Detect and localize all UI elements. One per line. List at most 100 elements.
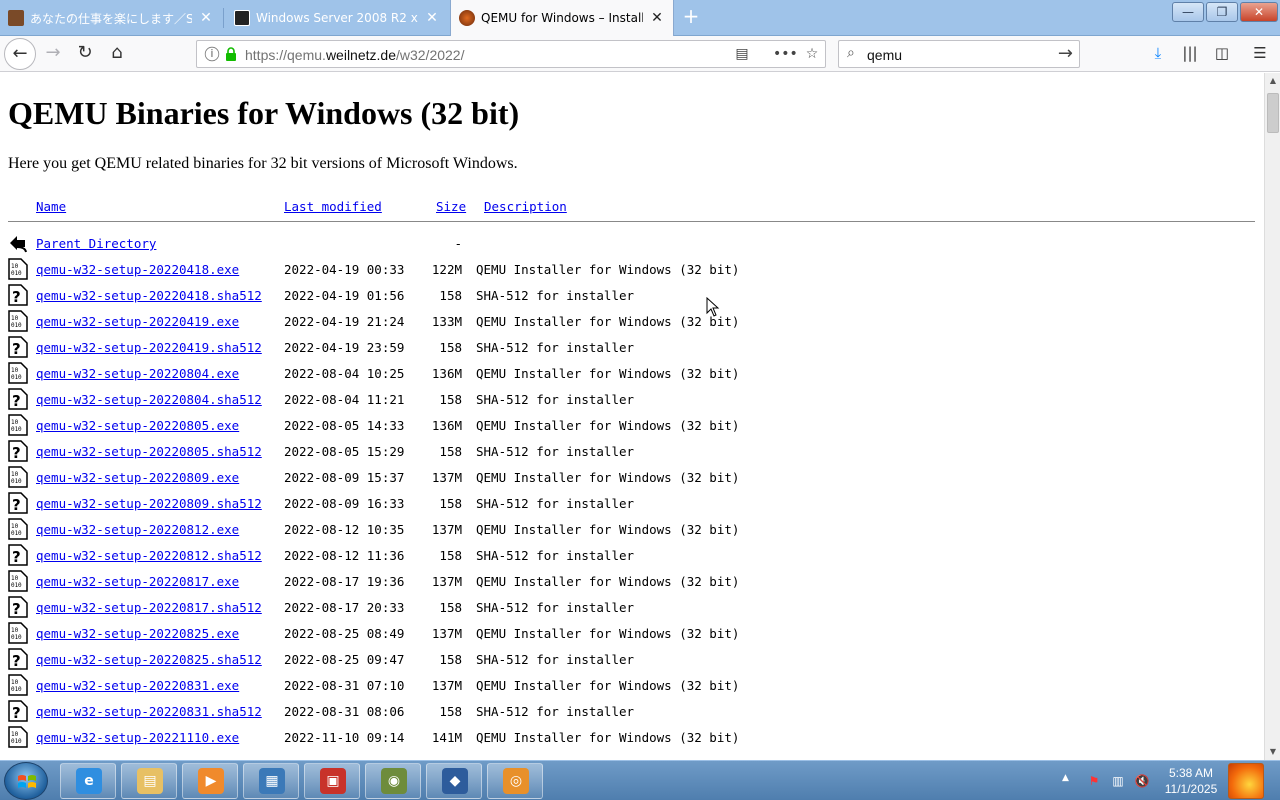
parent-directory-link[interactable]: Parent Directory [36, 236, 156, 251]
svg-text:10: 10 [11, 523, 19, 530]
vertical-scrollbar[interactable]: ▲ ▼ [1264, 73, 1280, 760]
svg-text:10: 10 [11, 315, 19, 322]
file-row: ? qemu-w32-setup-20220809.sha512 2022-08-0… [0, 491, 1264, 517]
close-window-button[interactable]: ✕ [1240, 2, 1278, 22]
file-size: 158 [439, 340, 462, 355]
svg-text:10: 10 [11, 627, 19, 634]
file-link[interactable]: qemu-w32-setup-20220809.sha512 [36, 496, 262, 511]
unknown-file-icon: ? [8, 648, 28, 670]
close-tab-icon[interactable]: ✕ [198, 10, 214, 26]
svg-text:?: ? [12, 704, 21, 722]
page-actions-icon[interactable]: ••• [773, 44, 798, 66]
action-center-flag-icon[interactable]: ⚑ [1086, 773, 1102, 789]
taskbar-media-player-button[interactable]: ▶ [182, 763, 238, 799]
file-row: ? qemu-w32-setup-20220831.sha512 2022-08-3… [0, 699, 1264, 725]
file-link[interactable]: qemu-w32-setup-20220418.sha512 [36, 288, 262, 303]
binary-file-icon: 1001 0 [8, 466, 28, 488]
taskbar-virtualbox-button[interactable]: ◆ [426, 763, 482, 799]
taskbar-ie-button[interactable]: e [60, 763, 116, 799]
svg-text:?: ? [12, 600, 21, 618]
file-size: - [454, 236, 462, 251]
file-link[interactable]: qemu-w32-setup-20220804.exe [36, 366, 239, 381]
file-last-modified: 2022-04-19 23:59 [284, 340, 405, 355]
file-link[interactable]: qemu-w32-setup-20220812.exe [36, 522, 239, 537]
svg-text:10: 10 [11, 367, 19, 374]
system-clock[interactable]: 5:38 AM 11/1/2025 [1158, 765, 1224, 797]
file-size: 137M [431, 574, 462, 589]
downloads-icon[interactable]: ⤓ [1146, 42, 1170, 66]
file-link[interactable]: qemu-w32-setup-20220418.exe [36, 262, 239, 277]
search-input[interactable] [867, 45, 1047, 65]
sidebar-icon[interactable]: ◫ [1210, 42, 1234, 66]
url-bar[interactable]: i https://qemu.weilnetz.de/w32/2022/ ▤ •… [196, 40, 826, 68]
file-link[interactable]: qemu-w32-setup-20220817.sha512 [36, 600, 262, 615]
file-row: 10 01 0 qemu-w32-setup-20221110.exe 2022-11-… [0, 725, 1264, 751]
column-header-description[interactable]: Description [484, 199, 567, 217]
taskbar-explorer-button[interactable]: ▤ [121, 763, 177, 799]
start-button[interactable] [4, 762, 48, 800]
maximize-button[interactable]: ❐ [1206, 2, 1238, 22]
taskbar-toolbox-button[interactable]: ▣ [304, 763, 360, 799]
show-desktop-button[interactable] [1228, 763, 1264, 799]
minimize-button[interactable]: — [1172, 2, 1204, 22]
library-icon[interactable]: ||| [1178, 42, 1202, 66]
file-link[interactable]: qemu-w32-setup-20220831.exe [36, 678, 239, 693]
file-last-modified: 2022-11-10 09:14 [284, 730, 405, 745]
home-button[interactable]: ⌂ [102, 39, 132, 69]
tab-qemu[interactable]: QEMU for Windows – Installers ✕ [450, 0, 674, 36]
file-link[interactable]: qemu-w32-setup-20220812.sha512 [36, 548, 262, 563]
back-button[interactable]: ← [4, 38, 36, 70]
network-icon[interactable]: ▥ [1110, 773, 1126, 789]
file-link[interactable]: qemu-w32-setup-20220831.sha512 [36, 704, 262, 719]
mouse-cursor-icon [706, 297, 720, 317]
file-size: 133M [431, 314, 462, 329]
file-description: QEMU Installer for Windows (32 bit) [476, 522, 740, 537]
file-description: QEMU Installer for Windows (32 bit) [476, 470, 740, 485]
clock-date: 11/1/2025 [1164, 782, 1218, 796]
file-last-modified: 2022-08-31 08:06 [284, 704, 405, 719]
file-link[interactable]: qemu-w32-setup-20221110.exe [36, 730, 239, 745]
svg-text:?: ? [12, 652, 21, 670]
file-link[interactable]: qemu-w32-setup-20220419.exe [36, 314, 239, 329]
taskbar-raccoon-app-button[interactable]: ◉ [365, 763, 421, 799]
file-link[interactable]: qemu-w32-setup-20220804.sha512 [36, 392, 262, 407]
show-hidden-icons-icon[interactable]: ▲ [1062, 773, 1069, 783]
taskbar-firefox-button[interactable]: ◎ [487, 763, 543, 799]
scroll-thumb[interactable] [1267, 93, 1279, 133]
page-content: QEMU Binaries for Windows (32 bit) Here … [0, 73, 1264, 760]
volume-muted-icon[interactable]: 🔇 [1134, 773, 1150, 789]
close-tab-icon[interactable]: ✕ [649, 10, 665, 26]
file-description: QEMU Installer for Windows (32 bit) [476, 314, 740, 329]
tab-windows-server[interactable]: Windows Server 2008 R2 x64.iso ✕ [226, 2, 448, 34]
file-link[interactable]: qemu-w32-setup-20220805.exe [36, 418, 239, 433]
new-tab-button[interactable]: + [678, 4, 704, 30]
search-go-icon[interactable]: → [1058, 43, 1073, 64]
file-link[interactable]: qemu-w32-setup-20220825.exe [36, 626, 239, 641]
file-link[interactable]: qemu-w32-setup-20220825.sha512 [36, 652, 262, 667]
file-link[interactable]: qemu-w32-setup-20220809.exe [36, 470, 239, 485]
reload-button[interactable]: ↻ [70, 39, 100, 69]
forward-button[interactable]: → [38, 39, 68, 69]
scroll-up-icon[interactable]: ▲ [1265, 73, 1280, 89]
taskbar-control-panel-button[interactable]: ▦ [243, 763, 299, 799]
column-header-size[interactable]: Size [436, 199, 466, 217]
column-header-name[interactable]: Name [36, 199, 66, 217]
file-size: 158 [439, 496, 462, 511]
file-size: 158 [439, 704, 462, 719]
site-info-icon[interactable]: i [204, 46, 220, 62]
menu-icon[interactable]: ☰ [1248, 42, 1272, 66]
reader-view-icon[interactable]: ▤ [731, 44, 753, 66]
file-link[interactable]: qemu-w32-setup-20220817.exe [36, 574, 239, 589]
scroll-down-icon[interactable]: ▼ [1265, 744, 1280, 760]
firefox-icon: ◎ [503, 768, 529, 794]
file-link[interactable]: qemu-w32-setup-20220419.sha512 [36, 340, 262, 355]
bookmark-star-icon[interactable]: ☆ [801, 44, 823, 66]
file-row: ? qemu-w32-setup-20220812.sha512 2022-08-1… [0, 543, 1264, 569]
search-bar[interactable]: ⌕ → [838, 40, 1080, 68]
file-size: 122M [431, 262, 462, 277]
file-link[interactable]: qemu-w32-setup-20220805.sha512 [36, 444, 262, 459]
file-size: 158 [439, 444, 462, 459]
tab-sumi[interactable]: あなたの仕事を楽にします／Sumi ✕ [0, 2, 222, 34]
close-tab-icon[interactable]: ✕ [424, 10, 440, 26]
column-header-last-modified[interactable]: Last modified [284, 199, 382, 217]
